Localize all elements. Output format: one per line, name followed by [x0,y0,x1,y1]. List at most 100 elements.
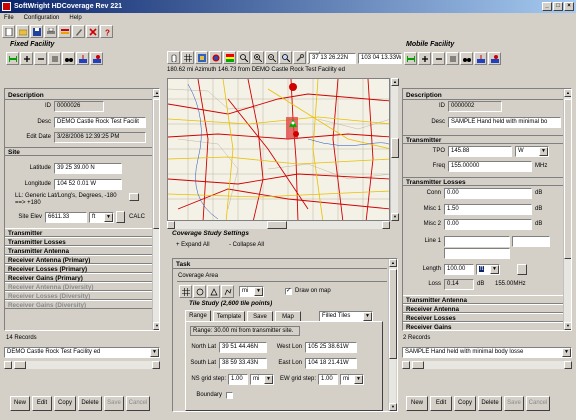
mobile-cancel-button[interactable]: Cancel [526,396,550,411]
zoom-full-button[interactable] [279,51,292,64]
mobile-line1-extra-field[interactable] [444,248,510,259]
fixed-find-button[interactable] [62,52,75,65]
fixed-elev-field[interactable]: 6611.33 [45,212,87,223]
mobile-save-button[interactable]: Save [504,396,524,411]
fixed-calc-label[interactable]: CALC [129,214,145,220]
fixed-section-receiver-losses-primary[interactable]: Receiver Losses (Primary) [5,264,152,273]
layers-button[interactable] [58,25,71,38]
map-options-button[interactable] [293,51,306,64]
zoom-out-button[interactable] [265,51,278,64]
mobile-export-button[interactable] [488,52,501,65]
mobile-panel-scrollbar[interactable]: ▲ ▼ [563,89,571,330]
mobile-horizontal-scrollbar[interactable] [402,361,572,369]
fixed-new-button[interactable]: New [10,396,30,411]
area-unit-select[interactable]: mi ▼ [239,286,264,297]
map-grid-button[interactable] [181,51,194,64]
fixed-copy-button[interactable]: Copy [54,396,76,411]
fixed-elev-unit-select[interactable]: ft ▼ [89,212,114,223]
ew-grid-step-field[interactable]: 1.00 [318,374,338,385]
fixed-facility-selector[interactable]: DEMO Castle Rock Test Facility ed ▼ [4,347,160,358]
mobile-section-transmitter-antenna[interactable]: Transmitter Antenna [403,295,563,304]
close-window-button[interactable]: × [564,2,574,11]
mobile-length-spin-button[interactable] [517,264,527,275]
fixed-section-receiver-losses-diversity[interactable]: Receiver Losses (Diversity) [5,291,152,300]
fixed-horizontal-scrollbar[interactable] [4,361,160,369]
fixed-remove-button[interactable] [34,52,47,65]
map-globe-button[interactable] [209,51,222,64]
fixed-panel-scrollbar[interactable]: ▲ ▼ [152,89,159,330]
map-pan-button[interactable] [167,51,180,64]
mobile-section-receiver-antenna[interactable]: Receiver Antenna [403,304,563,313]
mobile-delete-button[interactable]: Delete [478,396,502,411]
mobile-range-button[interactable] [404,52,417,65]
mobile-length-field[interactable]: 100.00 [444,264,474,275]
ns-unit-select[interactable]: mi ▼ [250,374,274,385]
mobile-facility-selector[interactable]: SAMPLE Hand held with minimal body losse… [402,347,572,358]
mobile-line1-type-field[interactable] [512,236,550,247]
fixed-add-button[interactable] [20,52,33,65]
fixed-lat-field[interactable]: 39 25 39.00 N [54,163,122,174]
settings-button[interactable] [72,25,85,38]
task-header[interactable]: Task [173,260,387,269]
mobile-line1-field[interactable] [444,236,510,247]
map-horizontal-scrollbar[interactable] [167,221,390,229]
fixed-section-transmitter[interactable]: Transmitter [5,228,152,237]
fixed-lon-field[interactable]: 104 52 0.01 W [54,179,122,190]
fixed-section-transmitter-losses[interactable]: Transmitter Losses [5,237,152,246]
fixed-list-button[interactable] [48,52,61,65]
ns-grid-step-field[interactable]: 1.00 [228,374,248,385]
fixed-section-transmitter-antenna[interactable]: Transmitter Antenna [5,246,152,255]
map-view[interactable] [167,78,390,221]
mobile-misc2-field[interactable]: 0.00 [444,219,532,230]
fixed-section-receiver-antenna-diversity[interactable]: Receiver Antenna (Diversity) [5,282,152,291]
open-button[interactable] [16,25,29,38]
mobile-list-button[interactable] [446,52,459,65]
mobile-section-receiver-losses[interactable]: Receiver Losses [403,313,563,322]
collapse-all-link[interactable]: - Collapse All [229,242,264,248]
new-file-button[interactable] [2,25,15,38]
fixed-section-receiver-gains-diversity[interactable]: Receiver Gains (Diversity) [5,300,152,309]
mobile-freq-field[interactable]: 155.00000 [448,161,532,172]
west-lon-field[interactable]: 105 25 38.61W [305,342,357,353]
boundary-checkbox[interactable] [226,392,233,399]
ew-unit-select[interactable]: mi ▼ [340,374,364,385]
fixed-cancel-button[interactable]: Cancel [126,396,150,411]
minimize-button[interactable]: _ [542,2,552,11]
expand-all-link[interactable]: + Expand All [176,242,210,248]
fixed-desc-field[interactable]: DEMO Castle Rock Test Facilit [54,117,146,128]
fixed-save-button[interactable]: Save [104,396,124,411]
south-lat-field[interactable]: 38 59 33.43N [219,358,267,369]
area-radial-button[interactable] [193,285,206,298]
mobile-tpo-field[interactable]: 145.88 [448,146,512,157]
study-panel-scrollbar[interactable]: ▲ ▼ [388,259,397,411]
fixed-ll-button[interactable] [129,193,139,201]
fixed-elev-spin-button[interactable] [116,211,125,223]
zoom-window-button[interactable] [237,51,250,64]
mobile-desc-field[interactable]: SAMPLE Hand held with minimal bo [448,117,561,128]
fixed-delete-button[interactable]: Delete [78,396,102,411]
maximize-button[interactable]: □ [553,2,563,11]
mobile-add-button[interactable] [418,52,431,65]
menu-help[interactable]: Help [69,13,81,24]
east-lon-field[interactable]: 104 18 21.41W [305,358,357,369]
area-grid-button[interactable] [179,285,192,298]
mobile-length-unit-select[interactable]: ft ▼ [476,264,500,275]
map-vertical-scrollbar[interactable]: ▲ ▼ [390,78,399,221]
fixed-id-field[interactable]: 0000026 [54,101,104,112]
fixed-description-header[interactable]: Description [5,91,152,100]
mobile-section-receiver-gains[interactable]: Receiver Gains [403,322,563,330]
tab-range[interactable]: Range [185,310,211,321]
fixed-edit-button[interactable]: Edit [32,396,52,411]
map-legend-button[interactable] [223,51,236,64]
zoom-in-button[interactable] [251,51,264,64]
mobile-tpo-unit-select[interactable]: W ▼ [515,146,549,157]
area-polygon-button[interactable] [207,285,220,298]
fixed-export-button[interactable] [90,52,103,65]
save-button[interactable] [30,25,43,38]
fixed-range-button[interactable] [6,52,19,65]
mobile-transmitter-header[interactable]: Transmitter [403,135,563,144]
map-layers-button[interactable] [195,51,208,64]
mobile-new-button[interactable]: New [406,396,428,411]
fixed-section-receiver-gains-primary[interactable]: Receiver Gains (Primary) [5,273,152,282]
mobile-conn-field[interactable]: 0.00 [444,188,532,199]
